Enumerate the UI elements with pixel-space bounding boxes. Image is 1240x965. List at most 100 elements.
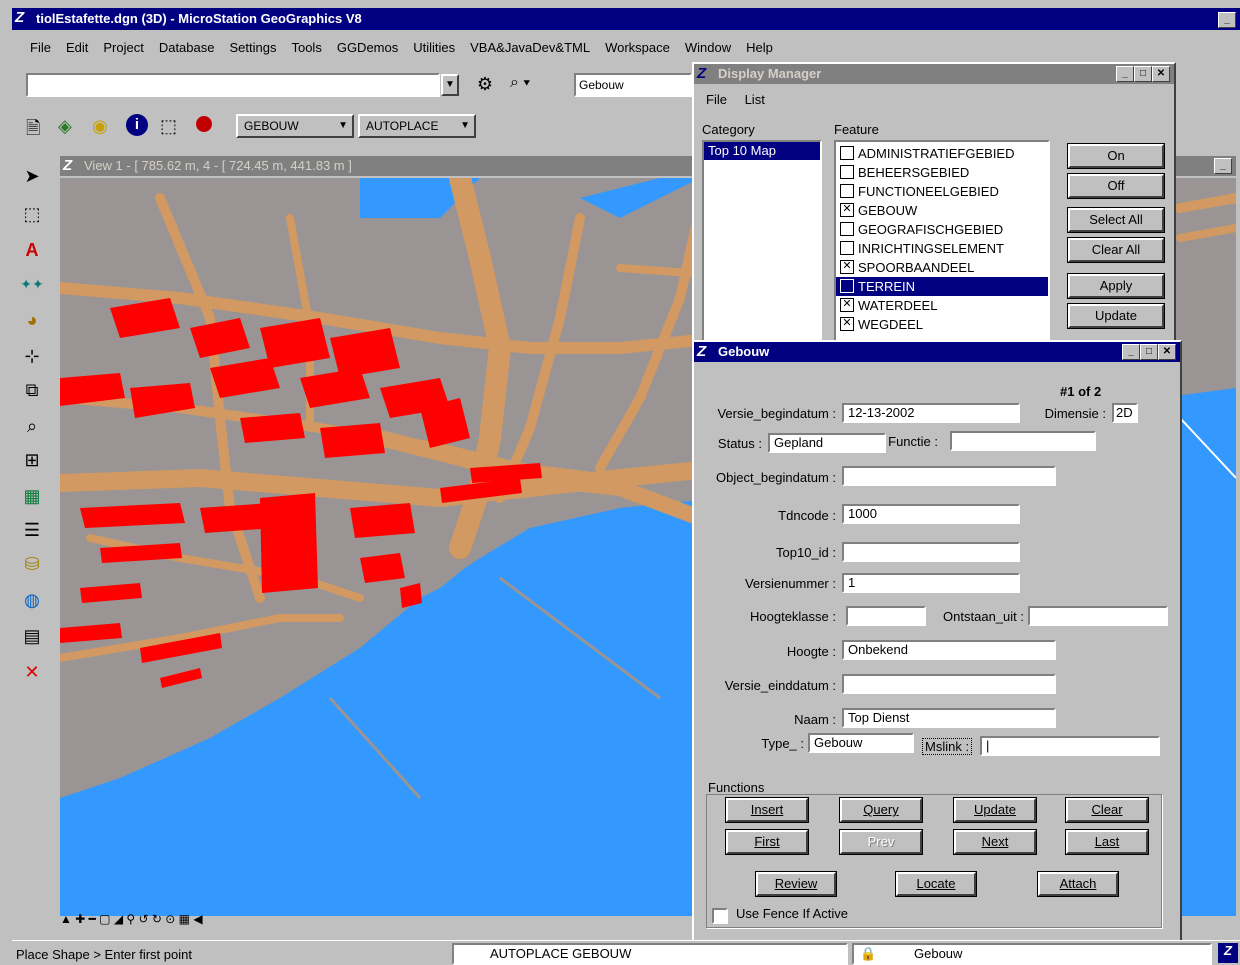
functie-field[interactable] xyxy=(950,431,1096,451)
dm-minimize-button[interactable]: _ xyxy=(1116,66,1134,82)
feature-checkbox[interactable] xyxy=(840,221,854,236)
top10-id-field[interactable] xyxy=(842,542,1020,562)
feature-item[interactable]: FUNCTIONEELGEBIED xyxy=(836,182,1048,201)
feature-checkbox[interactable] xyxy=(840,240,854,255)
insert-button[interactable]: Insert xyxy=(725,797,809,823)
menu-settings[interactable]: Settings xyxy=(229,40,276,55)
feature-item[interactable]: ✕ GEBOUW xyxy=(836,201,1048,220)
minimize-button[interactable]: _ xyxy=(1218,12,1236,28)
globe-icon[interactable]: ◍ xyxy=(18,586,46,614)
delete-icon[interactable]: ✕ xyxy=(18,658,46,686)
new-document-icon[interactable]: 🗎 xyxy=(26,116,40,146)
update-button[interactable]: Update xyxy=(1067,303,1165,329)
menu-file[interactable]: File xyxy=(30,40,51,55)
feature-checkbox[interactable] xyxy=(840,278,854,293)
locate-button[interactable]: Locate xyxy=(895,871,977,897)
first-button[interactable]: First xyxy=(725,829,809,855)
menu-project[interactable]: Project xyxy=(103,40,143,55)
list-icon[interactable]: ☰ xyxy=(18,516,46,544)
use-fence-checkbox[interactable] xyxy=(712,908,728,924)
menu-help[interactable]: Help xyxy=(746,40,773,55)
feature-item[interactable]: ADMINISTRATIEFGEBIED xyxy=(836,144,1048,163)
clear-all-button[interactable]: Clear All xyxy=(1067,237,1165,263)
dm-maximize-button[interactable]: □ xyxy=(1134,66,1152,82)
fence-icon[interactable]: ⬚ xyxy=(18,200,46,228)
feature-combo[interactable]: GEBOUW ▼ xyxy=(236,114,354,138)
apply-button[interactable]: Apply xyxy=(1067,273,1165,299)
tdncode-field[interactable]: 1000 xyxy=(842,504,1020,524)
feature-checkbox[interactable] xyxy=(840,183,854,198)
hoogte-field[interactable]: Onbekend xyxy=(842,640,1056,660)
on-button[interactable]: On xyxy=(1067,143,1165,169)
dm-menu-list[interactable]: List xyxy=(745,92,765,107)
feature-checkbox[interactable]: ✕ xyxy=(840,202,854,217)
versie-einddatum-field[interactable] xyxy=(842,674,1056,694)
stack-icon[interactable]: ◉ xyxy=(92,116,108,137)
feature-item[interactable]: ✕ WEGDEEL xyxy=(836,315,1048,334)
feature-type-combo[interactable]: Gebouw xyxy=(574,73,692,97)
feature-list[interactable]: ADMINISTRATIEFGEBIED BEHEERSGEBIED FUNCTIO… xyxy=(834,140,1050,350)
menu-workspace[interactable]: Workspace xyxy=(605,40,670,55)
category-list[interactable]: Top 10 Map xyxy=(702,140,822,350)
feature-checkbox[interactable]: ✕ xyxy=(840,316,854,331)
category-item[interactable]: Top 10 Map xyxy=(704,142,820,160)
feature-item[interactable]: ✕ WATERDEEL xyxy=(836,296,1048,315)
status-field[interactable]: Gepland xyxy=(768,433,886,453)
hoogteklasse-field[interactable] xyxy=(846,606,926,626)
points-icon[interactable]: ✦✦ xyxy=(18,270,46,298)
feature-checkbox[interactable]: ✕ xyxy=(840,259,854,274)
select-region-icon[interactable]: ⬚ xyxy=(160,116,177,137)
select-all-button[interactable]: Select All xyxy=(1067,207,1165,233)
menu-ggdemos[interactable]: GGDemos xyxy=(337,40,398,55)
gb-close-button[interactable]: ✕ xyxy=(1158,344,1176,360)
object-begindatum-field[interactable] xyxy=(842,466,1056,486)
feature-item[interactable]: BEHEERSGEBIED xyxy=(836,163,1048,182)
feature-checkbox[interactable] xyxy=(840,164,854,179)
versie-begindatum-field[interactable]: 12-13-2002 xyxy=(842,403,1020,423)
copy-icon[interactable]: ⧉ xyxy=(18,376,46,404)
gb-maximize-button[interactable]: □ xyxy=(1140,344,1158,360)
dm-close-button[interactable]: ✕ xyxy=(1152,66,1170,82)
update-record-button[interactable]: Update xyxy=(953,797,1037,823)
toolbar-query-icon[interactable]: ⌕ ▾ xyxy=(510,74,550,98)
feature-item[interactable]: GEOGRAFISCHGEBIED xyxy=(836,220,1048,239)
feature-checkbox[interactable]: ✕ xyxy=(840,297,854,312)
placement-combo[interactable]: AUTOPLACE ▼ xyxy=(358,114,476,138)
feature-item[interactable]: TERREIN xyxy=(836,277,1048,296)
menu-utilities[interactable]: Utilities xyxy=(413,40,455,55)
report-icon[interactable]: ▤ xyxy=(18,622,46,650)
menu-tools[interactable]: Tools xyxy=(291,40,321,55)
toolbar-settings-icon[interactable]: ⚙ xyxy=(472,74,498,98)
off-button[interactable]: Off xyxy=(1067,173,1165,199)
feature-item[interactable]: INRICHTINGSELEMENT xyxy=(836,239,1048,258)
layers-icon[interactable]: ◈ xyxy=(58,116,72,137)
grid-icon[interactable]: ⊞ xyxy=(18,446,46,474)
gb-minimize-button[interactable]: _ xyxy=(1122,344,1140,360)
key-in-field[interactable] xyxy=(26,73,440,97)
naam-field[interactable]: Top Dienst xyxy=(842,708,1056,728)
key-in-dropdown-button[interactable]: ▼ xyxy=(441,74,459,96)
placement-icon[interactable]: ⊹ xyxy=(18,342,46,370)
view-control-icons[interactable]: ▲ ✚ ━ ▢ ◢ ⚲ ↺ ↻ ⊙ ▦ ◀ xyxy=(60,912,203,926)
feature-checkbox[interactable] xyxy=(840,145,854,160)
database-icon[interactable]: ⛁ xyxy=(18,550,46,578)
info-icon[interactable]: i xyxy=(126,114,148,136)
text-icon[interactable]: A xyxy=(18,236,46,264)
feature-item[interactable]: ✕ SPOORBAANDEEL xyxy=(836,258,1048,277)
ontstaan-uit-field[interactable] xyxy=(1028,606,1168,626)
menu-window[interactable]: Window xyxy=(685,40,731,55)
view-minimize-button[interactable]: _ xyxy=(1214,158,1232,174)
zoom-icon[interactable]: ⌕ xyxy=(18,412,46,440)
dm-menu-file[interactable]: File xyxy=(706,92,727,107)
select-arrow-icon[interactable]: ➤ xyxy=(18,162,46,190)
attach-button[interactable]: Attach xyxy=(1037,871,1119,897)
palette-icon[interactable]: ◕ xyxy=(18,306,46,334)
versienummer-field[interactable]: 1 xyxy=(842,573,1020,593)
table-icon[interactable]: ▦ xyxy=(18,482,46,510)
query-button[interactable]: Query xyxy=(839,797,923,823)
menu-edit[interactable]: Edit xyxy=(66,40,88,55)
mslink-field[interactable]: | xyxy=(980,736,1160,756)
record-icon[interactable] xyxy=(196,116,212,132)
menu-vba[interactable]: VBA&JavaDev&TML xyxy=(470,40,590,55)
review-button[interactable]: Review xyxy=(755,871,837,897)
